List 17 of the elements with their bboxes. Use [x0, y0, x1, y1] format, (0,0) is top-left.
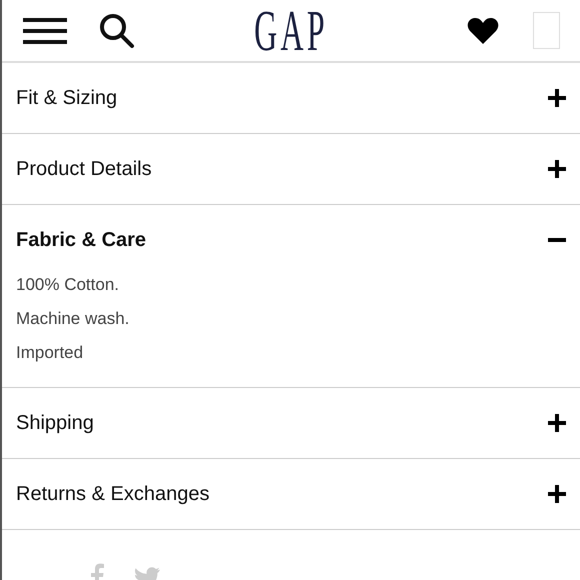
- accordion-header[interactable]: Fabric & Care: [2, 205, 580, 275]
- minus-icon: [548, 238, 566, 242]
- plus-icon: [548, 485, 566, 503]
- accordion-header[interactable]: Product Details: [2, 134, 580, 204]
- accordion-header[interactable]: Fit & Sizing: [2, 63, 580, 133]
- logo[interactable]: GAP: [254, 2, 328, 60]
- detail-text: Machine wash.: [16, 308, 130, 330]
- detail-text: 100% Cotton.: [16, 274, 120, 296]
- plus-icon: [548, 89, 566, 107]
- menu-icon[interactable]: [23, 18, 67, 44]
- detail-text: Imported: [16, 342, 84, 364]
- accordion-header[interactable]: Shipping: [2, 388, 580, 458]
- plus-icon: [548, 414, 566, 432]
- search-icon[interactable]: [99, 12, 135, 48]
- plus-icon: [548, 160, 566, 178]
- accordion-header[interactable]: Returns & Exchanges: [2, 459, 580, 529]
- heart-icon[interactable]: [467, 16, 499, 44]
